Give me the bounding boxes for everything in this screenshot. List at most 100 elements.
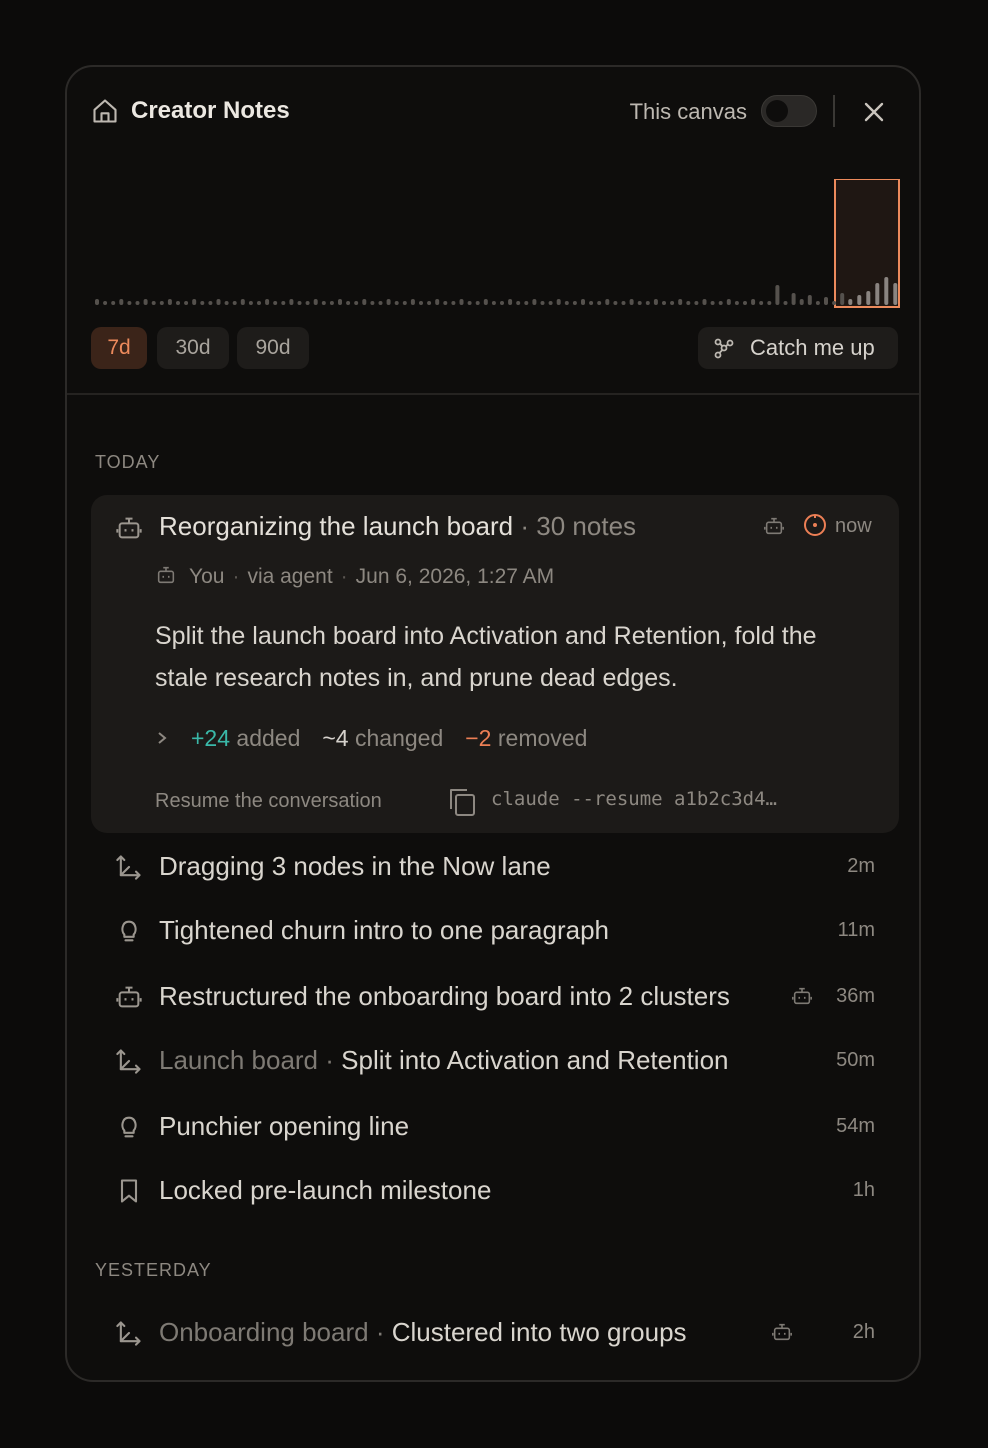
agent-robot-icon [772,1323,792,1341]
activity-bar [824,297,828,305]
activity-bar [734,301,739,305]
list-item[interactable]: Dragging 3 nodes in the Now lane 2m [91,837,899,897]
activity-bar [338,299,342,305]
list-item[interactable]: Restructured the onboarding board into 2… [91,967,899,1027]
canvas-toggle[interactable] [761,95,817,127]
featured-meta: You · via agent · Jun 6, 2026, 1:27 AM [155,563,554,591]
item-text: Onboarding board · Clustered into two gr… [159,1317,687,1347]
list-item[interactable]: Locked pre-launch milestone 1h [91,1161,899,1221]
changed-label: changed [355,725,444,751]
catch-me-up-button[interactable]: Catch me up [698,327,898,369]
activity-bar [775,285,780,305]
activity-bar [321,301,326,305]
item-text: Dragging 3 nodes in the Now lane [159,851,551,881]
move-icon [116,1049,141,1074]
activity-bar [645,301,650,305]
resume-label: Resume the conversation [155,790,382,812]
activity-bar [840,293,845,305]
removed-count: −2 [465,725,492,751]
item-time: 36m [836,985,875,1007]
activity-bar [95,299,99,305]
activity-bar [159,301,164,305]
catch-me-up-label: Catch me up [750,335,875,360]
range-90d-button[interactable]: 90d [237,327,309,369]
activity-bar [589,301,594,305]
activity-bar [346,301,351,305]
range-30d-button[interactable]: 30d [157,327,229,369]
activity-bar [467,301,472,305]
added-count: +24 [191,725,231,751]
list-item[interactable]: Punchier opening line 54m [91,1097,899,1157]
graph-nodes-icon [714,338,734,359]
live-status-icon [804,514,826,536]
activity-bar [103,301,108,305]
activity-bar [621,301,626,305]
move-icon [116,855,141,880]
list-item[interactable]: Onboarding board · Clustered into two gr… [91,1303,899,1363]
activity-histogram[interactable] [91,179,901,309]
item-time: 2m [847,855,875,877]
activity-bar [702,299,707,305]
activity-bar [362,299,367,305]
activity-bar [459,299,464,305]
item-text: Punchier opening line [159,1111,410,1141]
added-label: added [236,725,301,751]
activity-bar [386,299,391,305]
close-icon[interactable] [859,97,889,127]
activity-bar [224,301,229,305]
activity-bar [248,301,253,305]
activity-bar [710,301,715,305]
creator-notes-panel: Creator Notes This canvas 7d 30d 90d Cat… [65,65,921,1382]
activity-bar [726,299,731,305]
home-icon [93,99,117,123]
author: You [189,565,225,588]
section-yesterday: YESTERDAY [95,1260,212,1280]
item-time: 11m [837,919,875,941]
activity-bar [281,301,286,305]
activity-bar [662,301,666,305]
title-separator: · [520,511,530,541]
activity-bar [451,301,456,305]
activity-bar [500,301,504,305]
activity-bar [548,301,553,305]
activity-bar [581,299,585,305]
activity-bar [718,301,723,305]
activity-bar [524,301,529,305]
list-item[interactable]: Launch board · Split into Activation and… [91,1031,899,1091]
activity-bar [783,301,788,305]
activity-bar [893,283,898,305]
activity-bar [572,301,577,305]
activity-bar [516,301,521,305]
activity-bar [670,301,675,305]
activity-bar [799,299,804,305]
activity-bar [419,301,423,305]
activity-bar [694,301,699,305]
activity-bar [167,299,172,305]
activity-bar [297,301,302,305]
item-time: 54m [836,1115,875,1137]
canvas-toggle-label: This canvas [629,99,747,124]
featured-activity-card[interactable]: Reorganizing the launch board · 30 notes… [91,495,899,833]
activity-bar [759,301,764,305]
activity-bar [402,301,407,305]
chevron-right-icon[interactable] [155,721,191,755]
move-icon [116,1321,141,1346]
activity-bar [508,299,513,305]
activity-bar [370,301,375,305]
diff-summary[interactable]: +24 added ~4 changed −2 removed [155,721,587,755]
range-7d-button[interactable]: 7d [91,327,147,369]
activity-bar [127,301,132,305]
list-item[interactable]: Tightened churn intro to one paragraph 1… [91,901,899,961]
activity-bar [866,291,871,305]
activity-bar [232,301,237,305]
author-robot-icon [157,566,175,584]
activity-bar [354,301,359,305]
item-time: 1h [852,1179,875,1201]
activity-bar [605,299,610,305]
copy-icon[interactable] [446,785,478,819]
resume-command[interactable]: claude --resume a1b2c3d4… [491,785,777,813]
activity-bar [135,301,140,305]
activity-bar [491,301,496,305]
featured-title-text: Reorganizing the launch board [159,511,514,541]
activity-bar [564,301,569,305]
